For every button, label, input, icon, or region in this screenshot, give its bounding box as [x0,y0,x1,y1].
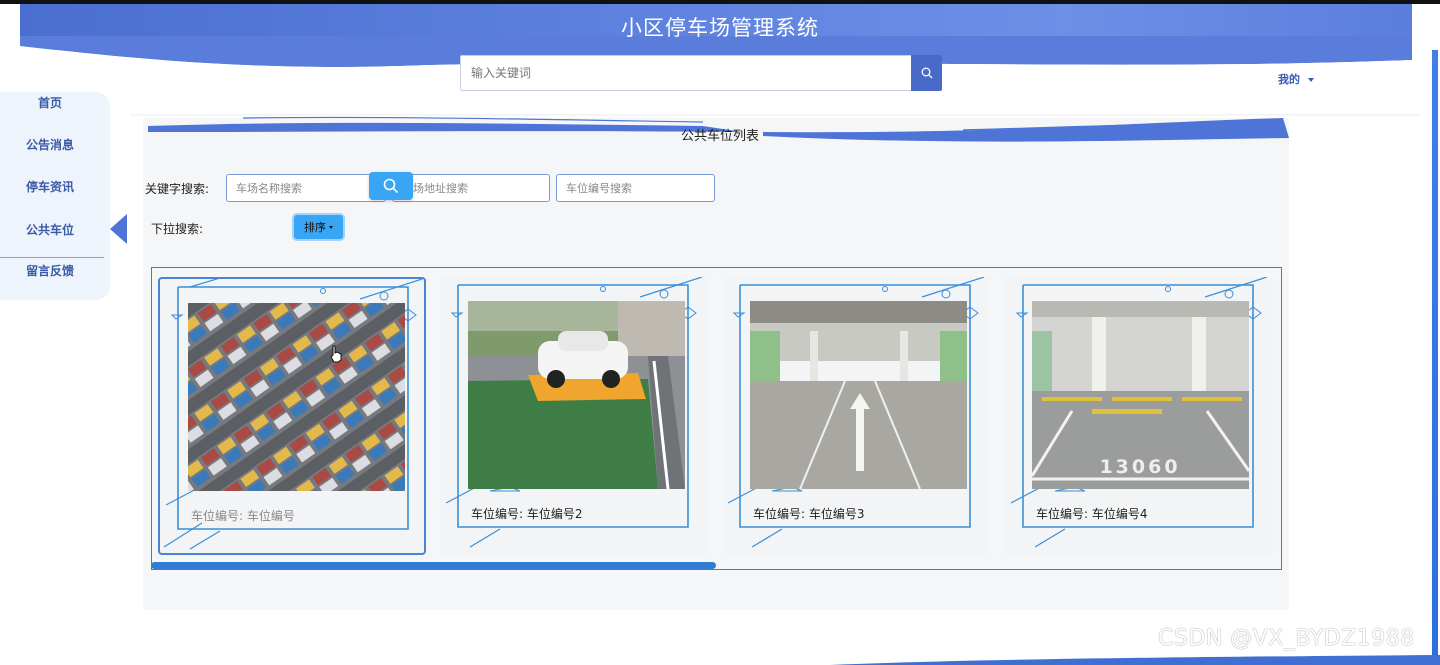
lot-name-field[interactable]: 车场名称搜索 [226,174,386,202]
space-card-2[interactable]: 车位编号: 车位编号2 [440,277,708,555]
filter-search-button[interactable] [369,172,413,200]
sidebar-active-indicator [110,214,127,244]
sidebar-active-underline [0,257,104,258]
sidebar-item-public-spaces[interactable]: 公共车位 [0,221,100,238]
space-card-1-label: 车位编号: 车位编号 [191,509,295,523]
header-right-gap [1412,4,1432,50]
white-car-green-space-photo [468,301,685,489]
site-title: 小区停车场管理系统 [621,16,819,40]
space-card-1[interactable]: 车位编号: 车位编号 [158,277,426,555]
space-number-placeholder: 车位编号搜索 [566,182,632,195]
space-card-3-label: 车位编号: 车位编号3 [753,507,865,521]
global-search-button[interactable] [911,55,942,91]
sidebar-item-home[interactable]: 首页 [0,94,100,111]
garage-space-13060-photo: 13060 [1032,301,1249,489]
horizontal-scrollbar[interactable] [151,562,716,569]
lot-name-placeholder: 车场名称搜索 [236,182,302,195]
photo-floor-number: 13060 [1099,456,1180,478]
lot-address-placeholder: 场地址搜索 [413,182,468,195]
sort-dropdown-button[interactable]: 排序 [294,215,343,239]
search-icon [383,178,399,194]
aerial-parking-lot-photo [188,303,405,491]
chevron-down-icon [1308,78,1314,82]
space-card-4[interactable]: 13060 车位编号: 车位编号4 [1005,277,1273,555]
user-menu[interactable]: 我的 [1278,71,1314,87]
space-card-3[interactable]: 车位编号: 车位编号3 [722,277,990,555]
dropdown-search-label: 下拉搜索: [151,222,204,236]
hand-cursor-icon [330,345,342,363]
keyword-search-label: 关键字搜索: [145,182,210,196]
global-search-input[interactable] [461,56,911,90]
space-card-2-label: 车位编号: 车位编号2 [471,507,583,521]
global-search-box [460,55,912,91]
watermark: CSDN @VX_BYDZ1988 [1158,626,1415,651]
user-menu-label: 我的 [1278,73,1300,86]
chevron-down-icon [329,225,333,229]
panel-title: 公共车位列表 [680,129,759,144]
search-icon [921,67,932,79]
lot-address-field[interactable]: 场地址搜索 [392,174,550,202]
sidebar-item-feedback[interactable]: 留言反馈 [0,262,100,279]
sort-label: 排序 [304,221,326,234]
space-card-4-label: 车位编号: 车位编号4 [1036,507,1148,521]
underground-garage-arrow-photo [750,301,967,489]
footer-wave-decoration [830,655,1440,665]
sidebar-item-parking-news[interactable]: 停车资讯 [0,178,100,195]
space-number-field[interactable]: 车位编号搜索 [556,174,715,202]
